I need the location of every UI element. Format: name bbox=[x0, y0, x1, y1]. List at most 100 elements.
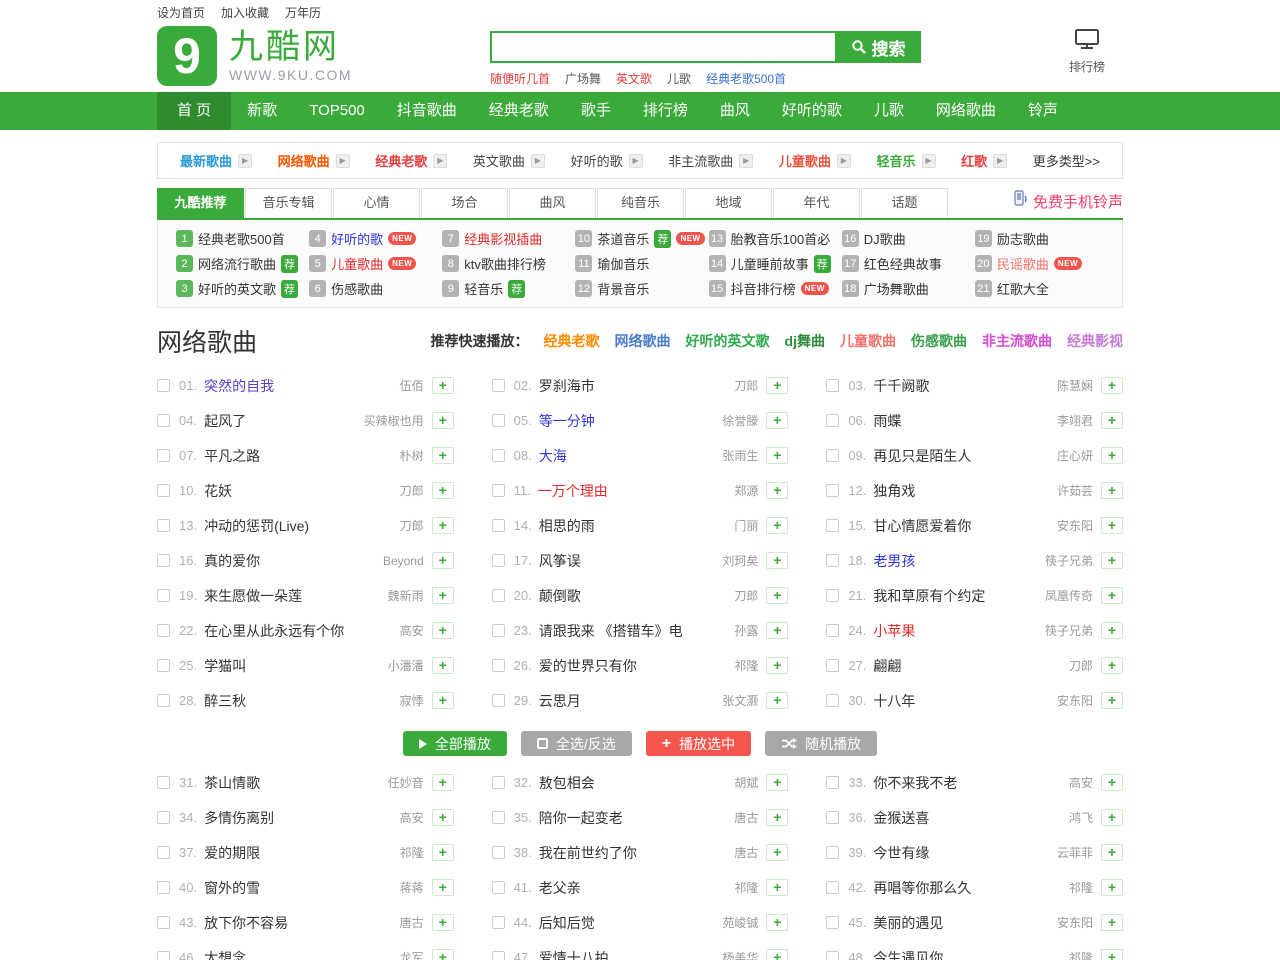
recommend-item[interactable]: 18广场舞歌曲 bbox=[842, 279, 971, 298]
song-artist[interactable]: 筷子兄弟 bbox=[1037, 622, 1093, 639]
play-arrow-icon[interactable]: ▶ bbox=[993, 154, 1007, 168]
song-checkbox[interactable] bbox=[492, 484, 505, 497]
song-title[interactable]: 等一分钟 bbox=[539, 411, 595, 431]
add-song-button[interactable]: + bbox=[1101, 657, 1123, 674]
nav-item[interactable]: 儿歌 bbox=[858, 92, 920, 130]
song-artist[interactable]: 蒋蒋 bbox=[392, 879, 424, 896]
song-artist[interactable]: 伍佰 bbox=[392, 377, 424, 394]
song-artist[interactable]: 刀郎 bbox=[726, 377, 758, 394]
song-checkbox[interactable] bbox=[157, 881, 170, 894]
song-artist[interactable]: 郑源 bbox=[726, 482, 758, 499]
tab[interactable]: 场合 bbox=[421, 188, 508, 218]
song-artist[interactable]: 买辣椒也用 bbox=[356, 412, 424, 429]
song-checkbox[interactable] bbox=[157, 554, 170, 567]
song-artist[interactable]: 安东阳 bbox=[1049, 517, 1093, 534]
topbar-link[interactable]: 万年历 bbox=[285, 6, 321, 20]
song-title[interactable]: 独角戏 bbox=[873, 481, 915, 501]
recommend-item[interactable]: 15抖音排行榜NEW bbox=[709, 279, 838, 298]
search-input[interactable] bbox=[490, 31, 835, 63]
recommend-item[interactable]: 4好听的歌NEW bbox=[309, 229, 438, 248]
song-artist[interactable]: 安东阳 bbox=[1049, 692, 1093, 709]
song-title[interactable]: 爱的世界只有你 bbox=[539, 656, 637, 676]
song-checkbox[interactable] bbox=[157, 811, 170, 824]
nav-item[interactable]: 好听的歌 bbox=[766, 92, 858, 130]
song-artist[interactable]: Beyond bbox=[375, 554, 424, 568]
song-title[interactable]: 起风了 bbox=[204, 411, 246, 431]
song-artist[interactable]: 祁隆 bbox=[392, 844, 424, 861]
add-song-button[interactable]: + bbox=[1101, 622, 1123, 639]
song-checkbox[interactable] bbox=[492, 659, 505, 672]
subnav-item[interactable]: 红歌▶ bbox=[961, 151, 1007, 170]
song-title[interactable]: 后知后觉 bbox=[539, 913, 595, 933]
add-song-button[interactable]: + bbox=[1101, 447, 1123, 464]
song-checkbox[interactable] bbox=[826, 554, 839, 567]
select-all-button[interactable]: 全选/反选 bbox=[521, 731, 632, 756]
song-title[interactable]: 翩翩 bbox=[873, 656, 901, 676]
quick-play-link[interactable]: 经典老歌 bbox=[544, 331, 600, 351]
add-song-button[interactable]: + bbox=[432, 657, 454, 674]
quick-play-link[interactable]: 好听的英文歌 bbox=[686, 331, 770, 351]
play-all-button[interactable]: 全部播放 bbox=[403, 731, 507, 756]
add-song-button[interactable]: + bbox=[1101, 692, 1123, 709]
nav-item[interactable]: 首 页 bbox=[157, 92, 231, 130]
song-checkbox[interactable] bbox=[826, 776, 839, 789]
song-title[interactable]: 雨蝶 bbox=[873, 411, 901, 431]
song-checkbox[interactable] bbox=[826, 811, 839, 824]
song-title[interactable]: 颠倒歌 bbox=[539, 586, 581, 606]
song-checkbox[interactable] bbox=[826, 846, 839, 859]
tab[interactable]: 九酷推荐 bbox=[157, 188, 244, 218]
song-title[interactable]: 醉三秋 bbox=[204, 691, 246, 711]
song-checkbox[interactable] bbox=[157, 659, 170, 672]
recommend-item[interactable]: 14儿童睡前故事荐 bbox=[709, 254, 838, 273]
add-song-button[interactable]: + bbox=[1101, 879, 1123, 896]
nav-item[interactable]: TOP500 bbox=[293, 92, 381, 130]
recommend-item[interactable]: 13胎教音乐100首必 bbox=[709, 229, 838, 248]
song-artist[interactable]: 唐古 bbox=[726, 809, 758, 826]
song-artist[interactable]: 刘珂矣 bbox=[714, 552, 758, 569]
song-title[interactable]: 来生愿做一朵莲 bbox=[204, 586, 302, 606]
add-song-button[interactable]: + bbox=[766, 447, 788, 464]
tab[interactable]: 心情 bbox=[333, 188, 420, 218]
song-title[interactable]: 学猫叫 bbox=[204, 656, 246, 676]
recommend-item[interactable]: 20民谣歌曲NEW bbox=[975, 254, 1104, 273]
recommend-item[interactable]: 7经典影视插曲 bbox=[442, 229, 571, 248]
add-song-button[interactable]: + bbox=[1101, 552, 1123, 569]
add-song-button[interactable]: + bbox=[766, 412, 788, 429]
subnav-item[interactable]: 更多类型>> bbox=[1033, 151, 1100, 170]
song-checkbox[interactable] bbox=[826, 659, 839, 672]
add-song-button[interactable]: + bbox=[432, 914, 454, 931]
song-checkbox[interactable] bbox=[826, 589, 839, 602]
song-title[interactable]: 甘心情愿爱着你 bbox=[873, 516, 971, 536]
song-checkbox[interactable] bbox=[157, 776, 170, 789]
song-title[interactable]: 美丽的遇见 bbox=[873, 913, 943, 933]
song-artist[interactable]: 胡斌 bbox=[726, 774, 758, 791]
add-song-button[interactable]: + bbox=[766, 552, 788, 569]
add-song-button[interactable]: + bbox=[432, 809, 454, 826]
song-artist[interactable]: 徐誉滕 bbox=[714, 412, 758, 429]
song-title[interactable]: 敖包相会 bbox=[539, 773, 595, 793]
song-title[interactable]: 窗外的雪 bbox=[204, 878, 260, 898]
add-song-button[interactable]: + bbox=[1101, 517, 1123, 534]
song-title[interactable]: 一万个理由 bbox=[538, 481, 608, 501]
play-arrow-icon[interactable]: ▶ bbox=[837, 154, 851, 168]
song-artist[interactable]: 高安 bbox=[392, 622, 424, 639]
song-title[interactable]: 突然的自我 bbox=[204, 376, 274, 396]
add-song-button[interactable]: + bbox=[1101, 412, 1123, 429]
song-title[interactable]: 你不来我不老 bbox=[873, 773, 957, 793]
song-checkbox[interactable] bbox=[492, 811, 505, 824]
song-artist[interactable]: 李翊君 bbox=[1049, 412, 1093, 429]
recommend-item[interactable]: 10茶道音乐荐NEW bbox=[575, 229, 704, 248]
song-title[interactable]: 金猴送喜 bbox=[873, 808, 929, 828]
add-song-button[interactable]: + bbox=[1101, 949, 1123, 960]
song-artist[interactable]: 杨美华 bbox=[714, 949, 758, 960]
song-checkbox[interactable] bbox=[157, 589, 170, 602]
nav-item[interactable]: 排行榜 bbox=[627, 92, 704, 130]
song-artist[interactable]: 唐古 bbox=[726, 844, 758, 861]
song-checkbox[interactable] bbox=[157, 951, 170, 960]
recommend-item[interactable]: 2网络流行歌曲荐 bbox=[176, 254, 305, 273]
recommend-item[interactable]: 9轻音乐荐 bbox=[442, 279, 571, 298]
subnav-item[interactable]: 英文歌曲▶ bbox=[473, 151, 545, 170]
add-song-button[interactable]: + bbox=[766, 809, 788, 826]
song-title[interactable]: 冲动的惩罚(Live) bbox=[204, 516, 309, 536]
song-checkbox[interactable] bbox=[157, 916, 170, 929]
